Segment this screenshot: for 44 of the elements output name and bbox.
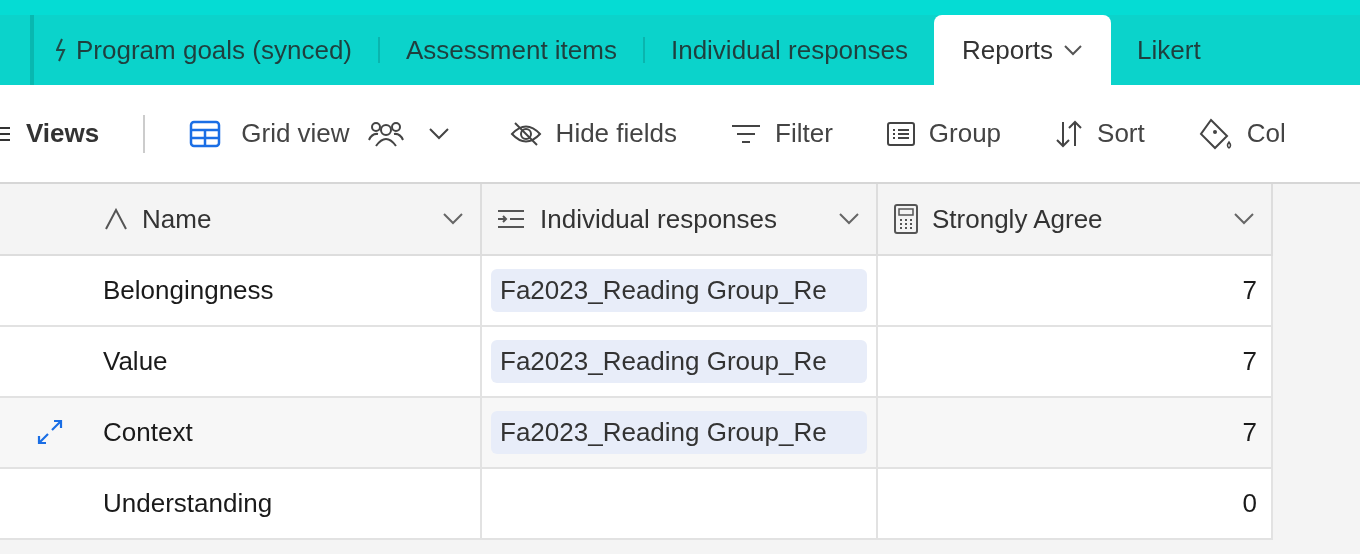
linked-record-chip[interactable]: Fa2023_Reading Group_Re — [491, 340, 867, 383]
chevron-down-icon[interactable] — [838, 212, 860, 226]
expand-icon[interactable] — [36, 418, 64, 446]
people-icon — [367, 119, 404, 148]
column-header[interactable]: Strongly Agree — [878, 184, 1273, 254]
chevron-down-icon[interactable] — [442, 212, 464, 226]
paint-bucket-icon — [1198, 117, 1233, 150]
table-cell: Context — [103, 417, 193, 448]
table-tab[interactable]: Likert — [1111, 15, 1227, 85]
table-cell: 0 — [1242, 488, 1257, 519]
table-tab[interactable]: Reports — [934, 15, 1112, 85]
filter-button[interactable]: Filter — [731, 118, 833, 149]
sort-button[interactable]: Sort — [1055, 118, 1145, 149]
table-icon — [189, 119, 222, 148]
table-cell: 7 — [1242, 275, 1257, 306]
column-header[interactable]: Name — [0, 184, 482, 254]
group-button[interactable]: Group — [886, 118, 1002, 149]
table-cell: Belongingness — [103, 275, 274, 306]
chevron-down-icon[interactable] — [1063, 44, 1084, 56]
views-button[interactable]: Views — [0, 118, 100, 149]
color-button[interactable]: Col — [1198, 117, 1286, 150]
menu-icon — [0, 124, 12, 143]
table-cell: Value — [103, 346, 168, 377]
table-tab[interactable]: Individual responses — [644, 15, 934, 85]
table-cell: Understanding — [103, 488, 273, 519]
letter-a-icon — [104, 208, 128, 230]
table-cell: 7 — [1242, 346, 1257, 377]
link-field-icon — [496, 208, 526, 230]
column-header[interactable]: Individual responses — [482, 184, 878, 254]
list-icon — [886, 120, 915, 147]
table-tab[interactable]: Program goals (synced) — [34, 15, 378, 85]
calculator-icon — [894, 204, 918, 234]
sort-icon — [1055, 119, 1084, 148]
chevron-down-icon[interactable] — [427, 126, 450, 141]
linked-record-chip[interactable]: Fa2023_Reading Group_Re — [491, 269, 867, 312]
filter-icon — [731, 123, 761, 144]
hide-button[interactable]: Hide fields — [509, 118, 677, 149]
chevron-down-icon[interactable] — [1233, 212, 1255, 226]
table-cell: 7 — [1242, 417, 1257, 448]
grid-view-button[interactable]: Grid view — [189, 118, 350, 149]
table-tab[interactable]: Assessment items — [380, 15, 643, 85]
eye-slash-icon — [509, 120, 542, 147]
linked-record-chip[interactable]: Fa2023_Reading Group_Re — [491, 411, 867, 454]
lightning-icon — [56, 37, 66, 63]
